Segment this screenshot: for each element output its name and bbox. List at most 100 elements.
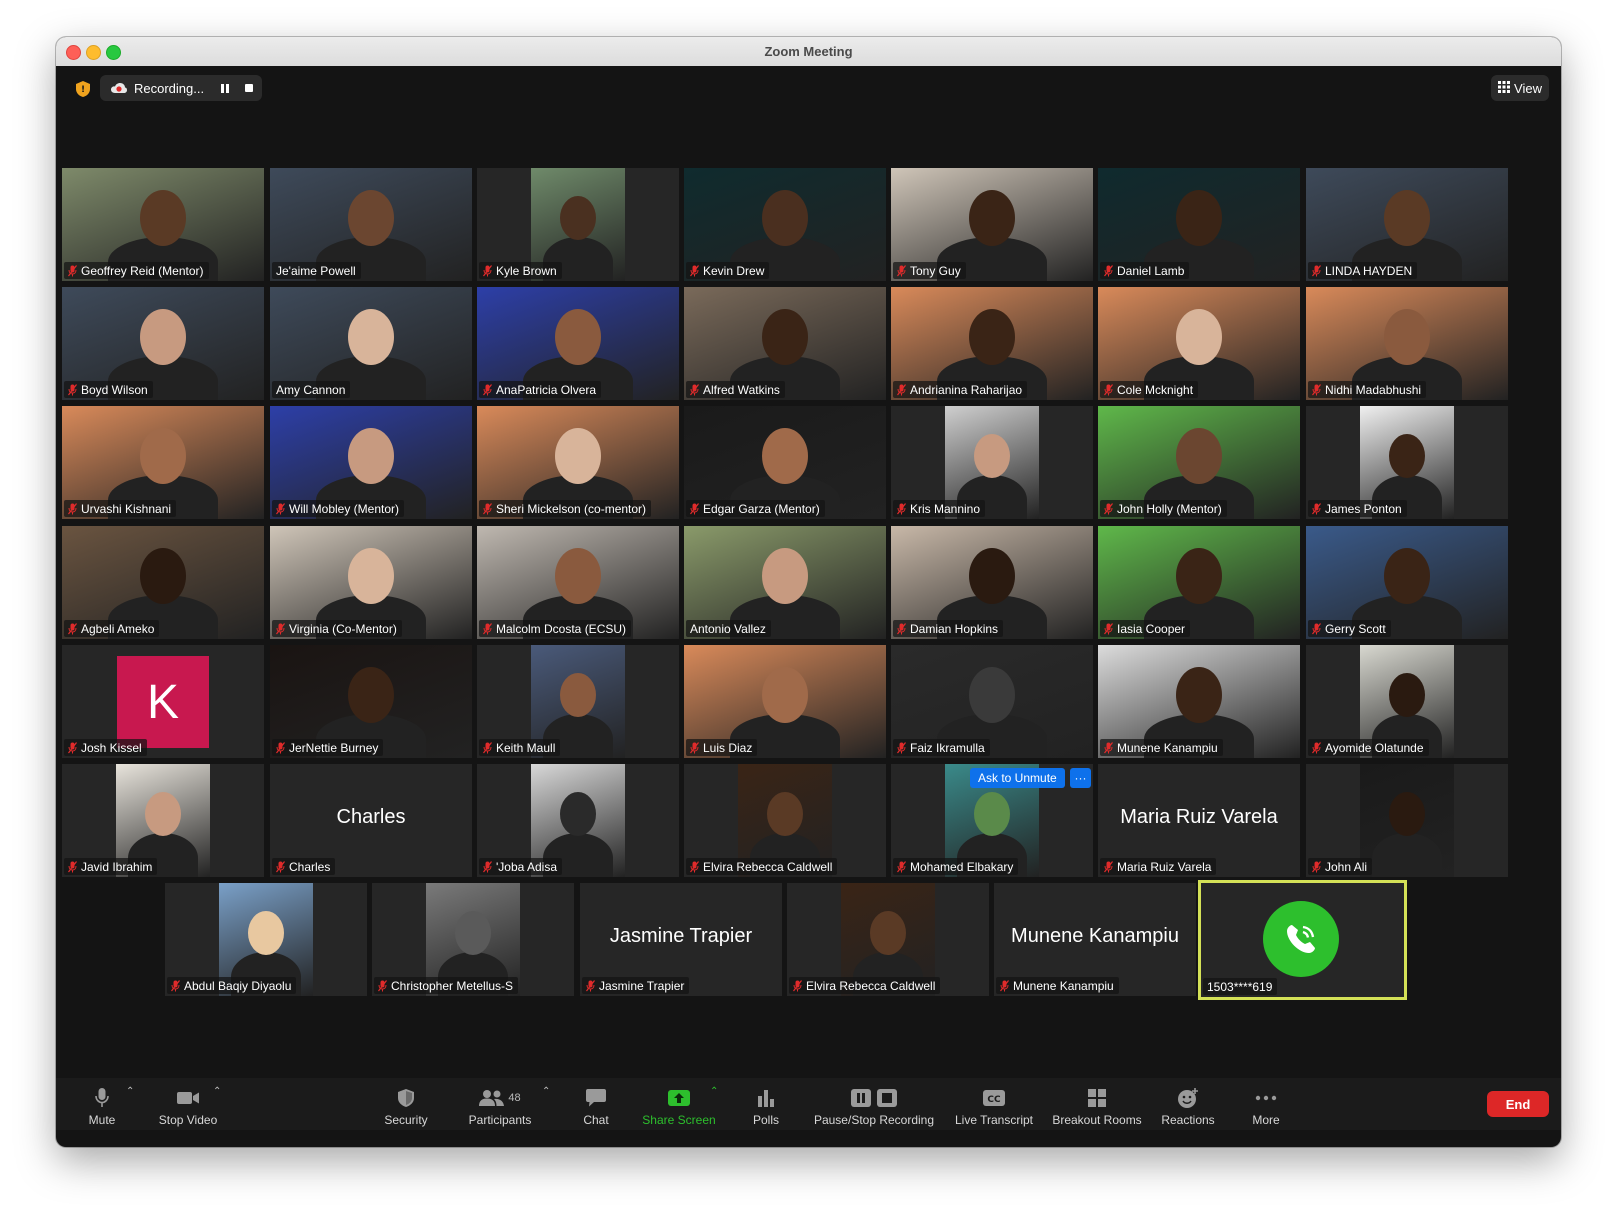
participant-name: Will Mobley (Mentor) [289, 501, 400, 516]
audio-options-chevron-icon[interactable]: ⌃ [126, 1086, 134, 1097]
participant-tile[interactable]: Munene Kanampiu [1098, 645, 1300, 758]
polls-button[interactable]: Polls [746, 1083, 786, 1127]
participant-tile[interactable]: 'Joba Adisa [477, 764, 679, 877]
muted-microphone-icon [690, 860, 699, 873]
ask-to-unmute-button[interactable]: Ask to Unmute [970, 768, 1065, 788]
participant-tile[interactable]: Nidhi Madabhushi [1306, 287, 1508, 400]
participant-tile[interactable]: Christopher Metellus-S [372, 883, 574, 996]
participant-face [762, 309, 808, 365]
participant-tile[interactable]: Andrianina Raharijao [891, 287, 1093, 400]
participant-tile[interactable]: Abdul Baqiy Diyaolu [165, 883, 367, 996]
pause-stop-recording-button[interactable]: Pause/Stop Recording [812, 1083, 936, 1127]
participant-tile[interactable]: Ask to Unmute ··· Mohamed Elbakary [891, 764, 1093, 877]
participant-tile[interactable]: Boyd Wilson [62, 287, 264, 400]
participant-face [145, 792, 181, 836]
participant-tile[interactable]: Elvira Rebecca Caldwell [787, 883, 989, 996]
participant-tile[interactable]: Charles Charles [270, 764, 472, 877]
participant-tile[interactable]: Alfred Watkins [684, 287, 886, 400]
meeting-toolbar: Mute ⌃ Stop Video ⌃ Security 48 Particip… [56, 1078, 1561, 1130]
participant-face [455, 911, 491, 955]
participant-tile[interactable]: Tony Guy [891, 168, 1093, 281]
participant-tile[interactable]: K Josh Kissel [62, 645, 264, 758]
participant-face [555, 309, 601, 365]
participant-tile[interactable]: Maria Ruiz Varela Maria Ruiz Varela [1098, 764, 1300, 877]
participant-tile[interactable]: Geoffrey Reid (Mentor) [62, 168, 264, 281]
participant-name-label: John Ali [1308, 858, 1373, 875]
participant-name: Urvashi Kishnani [81, 501, 172, 516]
participant-tile[interactable]: Daniel Lamb [1098, 168, 1300, 281]
pause-stop-recording-label: Pause/Stop Recording [813, 1113, 935, 1127]
participant-tile[interactable]: Iasia Cooper [1098, 526, 1300, 639]
video-options-chevron-icon[interactable]: ⌃ [213, 1086, 221, 1097]
participant-tile[interactable]: Luis Diaz [684, 645, 886, 758]
participant-tile[interactable]: Jasmine Trapier Jasmine Trapier [580, 883, 782, 996]
security-button[interactable]: Security [378, 1083, 434, 1127]
participant-tile[interactable]: Edgar Garza (Mentor) [684, 406, 886, 519]
participant-face [140, 309, 186, 365]
participant-face [140, 548, 186, 604]
participant-tile[interactable]: Will Mobley (Mentor) [270, 406, 472, 519]
more-button[interactable]: More [1246, 1083, 1286, 1127]
participants-options-chevron-icon[interactable]: ⌃ [542, 1086, 550, 1097]
participant-tile[interactable]: Munene Kanampiu Munene Kanampiu [994, 883, 1196, 996]
participant-tile[interactable]: Amy Cannon [270, 287, 472, 400]
muted-microphone-icon [690, 264, 699, 277]
participants-button[interactable]: 48 Participants [464, 1083, 536, 1127]
stop-video-button[interactable]: Stop Video [154, 1083, 222, 1127]
participant-tile[interactable]: Cole Mcknight [1098, 287, 1300, 400]
phone-participant-tile[interactable]: 1503****619 [1198, 880, 1407, 1000]
participant-tile[interactable]: Je'aime Powell [270, 168, 472, 281]
participant-tile[interactable]: Urvashi Kishnani [62, 406, 264, 519]
participant-tile[interactable]: Malcolm Dcosta (ECSU) [477, 526, 679, 639]
participant-name-label: Tony Guy [893, 262, 966, 279]
participant-tile[interactable]: Faiz Ikramulla [891, 645, 1093, 758]
participant-tile[interactable]: AnaPatricia Olvera [477, 287, 679, 400]
participant-tile[interactable]: Antonio Vallez [684, 526, 886, 639]
live-transcript-button[interactable]: CC Live Transcript [952, 1083, 1036, 1127]
participant-name-label: Edgar Garza (Mentor) [686, 500, 825, 517]
participant-name: John Holly (Mentor) [1117, 501, 1222, 516]
participant-tile[interactable]: Virginia (Co-Mentor) [270, 526, 472, 639]
participant-tile[interactable]: Elvira Rebecca Caldwell [684, 764, 886, 877]
participant-face [969, 667, 1015, 723]
participant-name: 1503****619 [1207, 979, 1273, 994]
participant-tile[interactable]: Keith Maull [477, 645, 679, 758]
participant-tile[interactable]: Gerry Scott [1306, 526, 1508, 639]
participant-display-name: Munene Kanampiu [1011, 925, 1179, 947]
participant-more-options-button[interactable]: ··· [1070, 768, 1091, 788]
smiley-reaction-icon [1177, 1086, 1199, 1110]
chat-button[interactable]: Chat [576, 1083, 616, 1127]
participant-name: Keith Maull [496, 740, 556, 755]
share-screen-button[interactable]: Share Screen [642, 1083, 716, 1127]
reactions-button[interactable]: Reactions [1158, 1083, 1218, 1127]
participant-tile[interactable]: LINDA HAYDEN [1306, 168, 1508, 281]
muted-microphone-icon [68, 741, 77, 754]
participant-name: Damian Hopkins [910, 621, 999, 636]
participant-tile[interactable]: Damian Hopkins [891, 526, 1093, 639]
participant-face [555, 548, 601, 604]
participant-tile[interactable]: Ayomide Olatunde [1306, 645, 1508, 758]
participant-tile[interactable]: Agbeli Ameko [62, 526, 264, 639]
zoom-window: Zoom Meeting ! Recording... View Geoffre… [56, 37, 1561, 1147]
muted-microphone-icon [171, 979, 180, 992]
muted-microphone-icon [1104, 741, 1113, 754]
participant-tile[interactable]: Kyle Brown [477, 168, 679, 281]
participant-tile[interactable]: James Ponton [1306, 406, 1508, 519]
muted-microphone-icon [68, 860, 77, 873]
participant-tile[interactable]: Kris Mannino [891, 406, 1093, 519]
participant-name: Christopher Metellus-S [391, 978, 514, 993]
more-label: More [1252, 1113, 1280, 1127]
participant-tile[interactable]: Sheri Mickelson (co-mentor) [477, 406, 679, 519]
participant-tile[interactable]: Javid Ibrahim [62, 764, 264, 877]
participant-name-label: Elvira Rebecca Caldwell [686, 858, 838, 875]
participant-tile[interactable]: John Holly (Mentor) [1098, 406, 1300, 519]
participant-tile[interactable]: JerNettie Burney [270, 645, 472, 758]
participant-tile[interactable]: Kevin Drew [684, 168, 886, 281]
end-meeting-button[interactable]: End [1487, 1091, 1549, 1117]
share-options-chevron-icon[interactable]: ⌃ [710, 1086, 718, 1097]
participant-tile[interactable]: John Ali [1306, 764, 1508, 877]
breakout-rooms-button[interactable]: Breakout Rooms [1050, 1083, 1144, 1127]
participant-name-label: Ayomide Olatunde [1308, 739, 1429, 756]
participant-name: Antonio Vallez [690, 621, 766, 636]
mute-button[interactable]: Mute [82, 1083, 122, 1127]
